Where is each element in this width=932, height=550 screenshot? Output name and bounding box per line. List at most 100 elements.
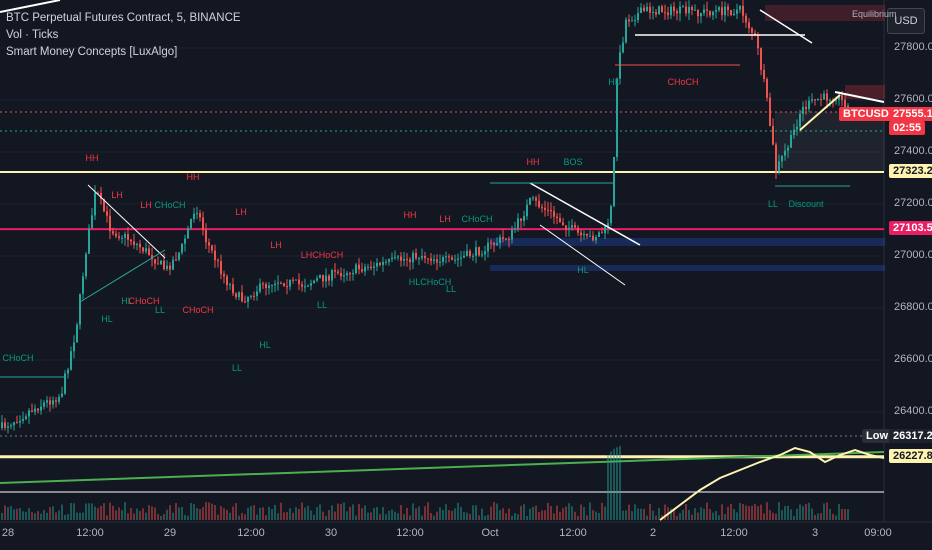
candle-body xyxy=(34,408,36,412)
volume-bar xyxy=(304,507,306,520)
volume-bar xyxy=(43,510,45,520)
volume-bar xyxy=(130,508,132,520)
structure-label: HL xyxy=(259,340,271,350)
candle-body xyxy=(220,261,222,275)
volume-bar xyxy=(61,504,63,520)
candle-body xyxy=(649,6,651,13)
candle-body xyxy=(28,410,30,417)
volume-bar xyxy=(58,510,60,520)
pattern-line xyxy=(529,182,641,246)
volume-bar xyxy=(550,506,552,520)
candle-body xyxy=(457,258,459,260)
candle-body xyxy=(10,425,12,427)
candle-body xyxy=(115,233,117,237)
candle-body xyxy=(499,237,501,244)
candle-body xyxy=(163,260,165,270)
candle-body xyxy=(505,238,507,240)
volume-bar xyxy=(295,507,297,520)
volume-bar xyxy=(568,503,570,520)
candle-body xyxy=(286,286,288,288)
low-price-tag: 26317.2 xyxy=(889,429,932,443)
volume-bar xyxy=(445,504,447,520)
volume-bar xyxy=(730,503,732,520)
candle-body xyxy=(742,5,744,16)
volume-bar xyxy=(331,505,333,520)
volume-bar xyxy=(310,510,312,520)
volume-bar xyxy=(382,506,384,520)
candle-body xyxy=(244,301,246,303)
volume-bar xyxy=(493,502,495,520)
candle-body xyxy=(262,283,264,285)
volume-bar xyxy=(688,509,690,520)
volume-bar xyxy=(457,502,459,520)
structure-label: LL xyxy=(446,284,456,294)
volume-bar xyxy=(448,510,450,520)
volume-bar xyxy=(13,509,15,520)
volume-bar xyxy=(610,451,612,520)
volume-bar xyxy=(85,503,87,520)
volume-bar xyxy=(388,510,390,520)
price-tick-label: 27400.0 xyxy=(894,145,932,157)
candle-body xyxy=(190,219,192,229)
candle-body xyxy=(442,257,444,262)
candle-body xyxy=(805,106,807,110)
candle-body xyxy=(823,93,825,100)
candle-body xyxy=(523,216,525,221)
candle-body xyxy=(439,261,441,263)
volume-bar xyxy=(676,515,678,520)
candle-body xyxy=(433,259,435,261)
time-tick-label: 28 xyxy=(1,527,15,539)
volume-bar xyxy=(151,506,153,520)
volume-bar xyxy=(103,503,105,520)
volume-bar xyxy=(301,502,303,520)
price-tick-label: 26600.0 xyxy=(894,353,932,365)
legend-symbol-title[interactable]: BTC Perpetual Futures Contract, 5, BINAN… xyxy=(6,10,241,27)
volume-bar xyxy=(67,513,69,520)
candle-body xyxy=(751,28,753,33)
volume-bar xyxy=(325,515,327,520)
volume-bar xyxy=(601,502,603,520)
volume-bar xyxy=(223,508,225,520)
price-chart[interactable]: HHLHLH CHoCHHHLHLHLHCHoCHHH LH CHoCHHH BOSCH… xyxy=(0,0,932,550)
candle-body xyxy=(760,48,762,70)
volume-bar xyxy=(637,508,639,520)
volume-bar xyxy=(73,503,75,520)
legend-indicator[interactable]: Smart Money Concepts [LuxAlgo] xyxy=(6,44,241,61)
volume-bar xyxy=(88,503,90,520)
volume-bar xyxy=(409,515,411,520)
candle-body xyxy=(109,215,111,232)
candle-body xyxy=(667,12,669,16)
volume-bar xyxy=(682,509,684,520)
candle-body xyxy=(448,256,450,258)
candle-body xyxy=(289,279,291,287)
volume-bar xyxy=(385,514,387,520)
candle-body xyxy=(460,257,462,259)
candle-body xyxy=(517,218,519,229)
volume-bar xyxy=(763,513,765,520)
candle-body xyxy=(370,266,372,269)
candle-body xyxy=(829,100,831,102)
volume-bar xyxy=(712,512,714,520)
candle-body xyxy=(658,6,660,15)
candle-body xyxy=(652,11,654,13)
volume-bar xyxy=(817,513,819,520)
candle-body xyxy=(127,233,129,240)
candle-body xyxy=(388,258,390,262)
candle-body xyxy=(820,99,822,101)
volume-bar xyxy=(727,506,729,520)
candle-body xyxy=(670,6,672,16)
structure-label: HL xyxy=(608,77,620,87)
volume-bar xyxy=(379,514,381,520)
candle-body xyxy=(259,283,261,292)
candle-body xyxy=(70,351,72,370)
candle-body xyxy=(61,393,63,397)
candle-body xyxy=(19,420,21,423)
candle-body xyxy=(346,273,348,276)
legend-volume[interactable]: Vol · Ticks xyxy=(6,27,241,44)
volume-bar xyxy=(724,514,726,520)
candle-body xyxy=(361,269,363,272)
candle-body xyxy=(85,253,87,277)
candle-body xyxy=(16,422,18,424)
structure-label: HH xyxy=(404,210,417,220)
volume-bar xyxy=(55,512,57,520)
